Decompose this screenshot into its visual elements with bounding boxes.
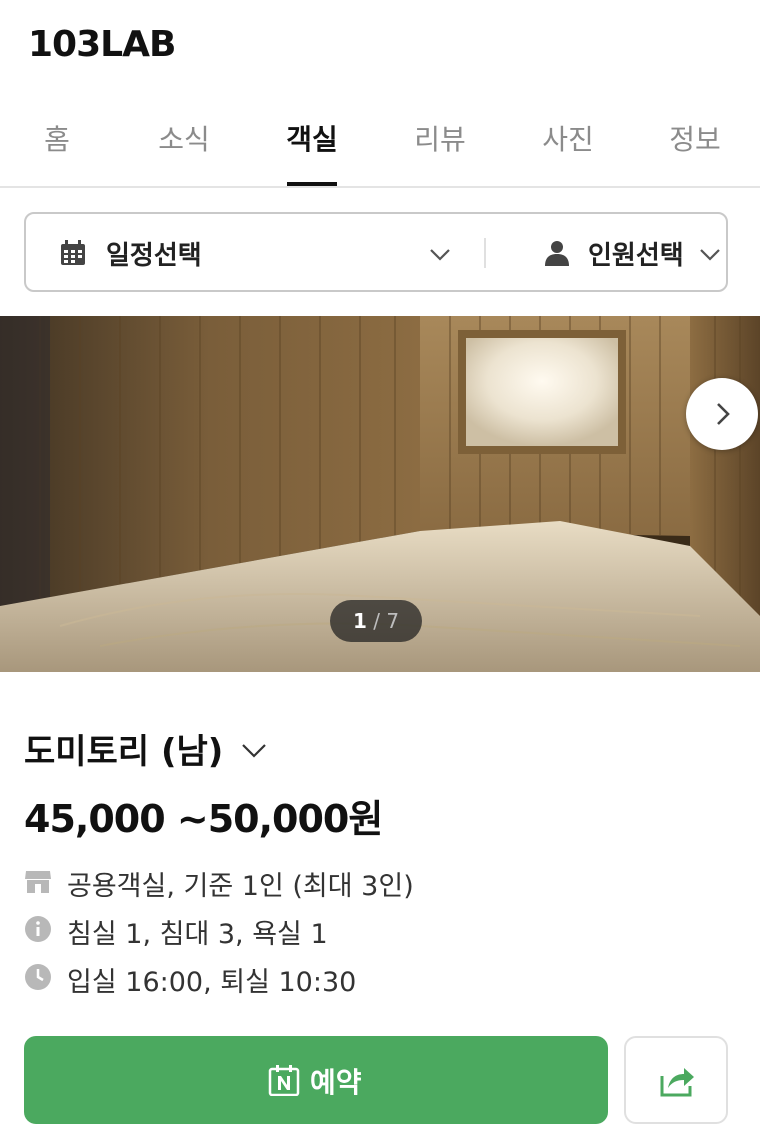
tab-home[interactable]: 홈 <box>7 118 107 158</box>
person-icon <box>545 241 569 266</box>
chevron-down-icon <box>430 249 450 261</box>
room-price: 45,000 ~50,000원 <box>24 797 383 841</box>
tab-news[interactable]: 소식 <box>134 118 234 158</box>
date-select-label: 일정선택 <box>106 241 202 271</box>
reserve-button-label: 예약 <box>310 1066 362 1099</box>
room-name[interactable]: 도미토리 (남) <box>24 724 223 773</box>
chevron-down-icon[interactable] <box>240 736 268 764</box>
room-detail-text: 입실 16:00, 퇴실 10:30 <box>67 967 357 998</box>
guest-select-button[interactable]: 인원선택 <box>486 214 726 290</box>
tab-rooms[interactable]: 객실 <box>262 118 362 158</box>
room-detail-row: 입실 16:00, 퇴실 10:30 <box>24 958 524 998</box>
naver-calendar-icon <box>268 1065 300 1096</box>
room-detail-text: 침실 1, 침대 3, 욕실 1 <box>67 919 328 950</box>
calendar-icon <box>61 240 85 265</box>
active-tab-indicator <box>287 182 337 186</box>
photo-counter-total: 7 <box>386 609 400 633</box>
clock-icon <box>25 964 51 990</box>
date-select-button[interactable]: 일정선택 <box>26 214 484 290</box>
header: 103LAB <box>0 0 760 92</box>
booking-filter: 일정선택 인원선택 <box>24 212 728 292</box>
room-detail-row: 공용객실, 기준 1인 (최대 3인) <box>24 862 524 902</box>
guest-select-label: 인원선택 <box>588 241 684 271</box>
room-detail-row: 침실 1, 침대 3, 욕실 1 <box>24 910 524 950</box>
photo-counter: 1 / 7 <box>330 600 422 642</box>
photo-counter-current: 1 <box>352 609 367 633</box>
share-button[interactable] <box>624 1036 728 1124</box>
next-photo-button[interactable] <box>686 378 758 450</box>
info-icon <box>25 916 51 942</box>
tab-photos[interactable]: 사진 <box>518 118 618 158</box>
photo-counter-separator: / <box>373 609 380 633</box>
tab-info[interactable]: 정보 <box>645 118 745 158</box>
chevron-down-icon <box>700 249 720 261</box>
room-photo-carousel[interactable]: 1 / 7 <box>0 316 760 672</box>
chevron-right-icon <box>717 403 730 425</box>
tab-bar: 홈 소식 객실 리뷰 사진 정보 <box>0 100 760 188</box>
brand-title: 103LAB <box>28 24 176 65</box>
store-icon <box>25 871 51 893</box>
share-icon <box>660 1068 694 1097</box>
reserve-button[interactable]: 예약 <box>24 1036 608 1124</box>
room-detail-text: 공용객실, 기준 1인 (최대 3인) <box>67 871 414 902</box>
tab-reviews[interactable]: 리뷰 <box>390 118 490 158</box>
